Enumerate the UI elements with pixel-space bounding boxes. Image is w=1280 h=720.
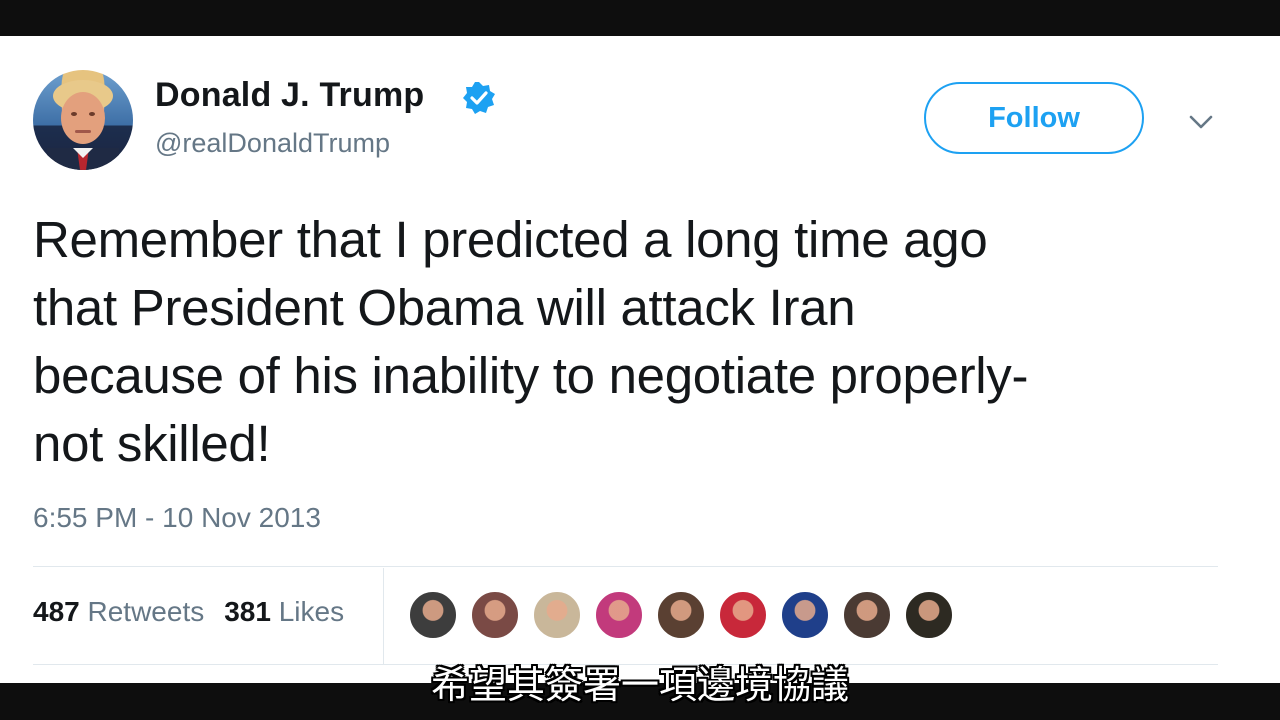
- liker-avatar[interactable]: [780, 590, 830, 640]
- avatar-portrait-icon: [47, 80, 119, 170]
- retweets-label: Retweets: [87, 596, 205, 627]
- follow-button[interactable]: Follow: [924, 82, 1144, 154]
- divider: [33, 566, 1218, 567]
- tweet-text-line: because of his inability to negotiate pr…: [33, 347, 1029, 404]
- liker-avatar[interactable]: [842, 590, 892, 640]
- retweets-count: 487: [33, 596, 80, 627]
- stats-divider: [383, 568, 384, 664]
- liker-avatars: [408, 590, 966, 642]
- tweet-timestamp[interactable]: 6:55 PM - 10 Nov 2013: [33, 502, 321, 534]
- author-name[interactable]: Donald J. Trump: [155, 76, 424, 115]
- liker-avatar[interactable]: [718, 590, 768, 640]
- tweet-text-line: not skilled!: [33, 415, 271, 472]
- likes-count: 381: [224, 596, 271, 627]
- likes-stat[interactable]: 381 Likes: [224, 596, 344, 627]
- tweet-text: Remember that I predicted a long time ag…: [33, 206, 1243, 478]
- video-subtitle: 希望其簽署一項邊境協議: [430, 663, 849, 707]
- liker-avatar[interactable]: [594, 590, 644, 640]
- likes-label: Likes: [278, 596, 345, 627]
- tweet-stats: 487 Retweets 381 Likes: [33, 596, 344, 628]
- tweet-text-line: Remember that I predicted a long time ag…: [33, 211, 988, 268]
- liker-avatar[interactable]: [470, 590, 520, 640]
- author-handle[interactable]: @realDonaldTrump: [155, 128, 390, 159]
- liker-avatar[interactable]: [408, 590, 458, 640]
- verified-badge-icon: [463, 82, 495, 114]
- liker-avatar[interactable]: [904, 590, 954, 640]
- liker-avatar[interactable]: [532, 590, 582, 640]
- retweets-stat[interactable]: 487 Retweets: [33, 596, 204, 627]
- avatar[interactable]: [33, 70, 133, 170]
- follow-button-label: Follow: [988, 101, 1080, 134]
- liker-avatar[interactable]: [656, 590, 706, 640]
- letterbox-top: [0, 0, 1280, 36]
- tweet-text-line: that President Obama will attack Iran: [33, 279, 856, 336]
- chevron-down-icon[interactable]: [1186, 110, 1216, 134]
